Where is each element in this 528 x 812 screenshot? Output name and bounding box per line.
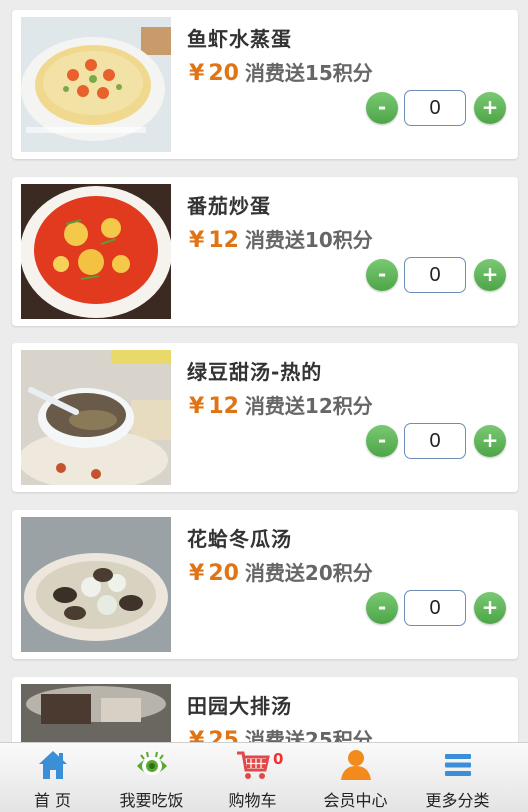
product-card[interactable]: 绿豆甜汤-热的 ¥12 消费送12积分 - 0 +: [12, 343, 518, 492]
product-name: 田园大排汤: [187, 694, 292, 718]
tab-label: 我要吃饭: [119, 791, 184, 810]
quantity-input[interactable]: 0: [404, 257, 466, 293]
increase-button[interactable]: +: [474, 425, 506, 457]
tab-order[interactable]: 我要吃饭: [99, 743, 204, 812]
currency-symbol: ¥: [189, 394, 205, 419]
currency-symbol: ¥: [189, 728, 205, 742]
product-price: ¥20 消费送15积分: [189, 57, 373, 86]
product-name: 鱼虾水蒸蛋: [187, 27, 292, 51]
cart-count-badge: 0: [273, 750, 284, 768]
points-text: 消费送12积分: [244, 394, 373, 418]
clam-soup-photo[interactable]: [21, 517, 171, 652]
points-text: 消费送25积分: [244, 728, 373, 742]
quantity-stepper: - 0 +: [366, 590, 511, 626]
product-list: 鱼虾水蒸蛋 ¥20 消费送15积分 - 0 + 番茄炒蛋 ¥ 12 消费送10积…: [0, 0, 528, 742]
tab-cart[interactable]: 0 购物车: [200, 743, 305, 812]
user-icon: [339, 748, 373, 782]
points-text: 消费送10积分: [244, 228, 373, 252]
decrease-button[interactable]: -: [366, 425, 398, 457]
quantity-stepper: - 0 +: [366, 90, 511, 126]
increase-button[interactable]: +: [474, 259, 506, 291]
decrease-button[interactable]: -: [366, 259, 398, 291]
tab-member[interactable]: 会员中心: [303, 743, 408, 812]
points-text: 消费送20积分: [244, 561, 373, 585]
pork-rib-soup-photo[interactable]: [21, 684, 171, 742]
mung-bean-soup-photo[interactable]: [21, 350, 171, 485]
product-card[interactable]: 花蛤冬瓜汤 ¥20 消费送20积分 - 0 +: [12, 510, 518, 659]
increase-button[interactable]: +: [474, 592, 506, 624]
product-price: ¥12 消费送12积分: [189, 390, 373, 419]
tab-label: 会员中心: [323, 791, 388, 810]
tab-more[interactable]: 更多分类: [405, 743, 510, 812]
tab-label: 首 页: [33, 791, 72, 810]
points-text: 消费送15积分: [244, 61, 373, 85]
product-name: 花蛤冬瓜汤: [187, 527, 292, 551]
decrease-button[interactable]: -: [366, 592, 398, 624]
price-value: 25: [208, 728, 239, 742]
currency-symbol: ¥: [189, 228, 205, 253]
product-card[interactable]: 鱼虾水蒸蛋 ¥20 消费送15积分 - 0 +: [12, 10, 518, 159]
quantity-input[interactable]: 0: [404, 423, 466, 459]
product-card[interactable]: 番茄炒蛋 ¥12 消费送10积分 - 0 +: [12, 177, 518, 326]
quantity-stepper: - 0 +: [366, 257, 511, 293]
quantity-input[interactable]: 0: [404, 90, 466, 126]
menu-icon: [441, 748, 475, 782]
steamed-egg-photo[interactable]: [21, 17, 171, 152]
tab-label: 购物车: [228, 791, 277, 810]
price-value: 12: [208, 228, 239, 253]
currency-symbol: ¥: [189, 61, 205, 86]
increase-button[interactable]: +: [474, 92, 506, 124]
eye-icon: [135, 748, 169, 782]
tab-label: 更多分类: [425, 791, 490, 810]
quantity-stepper: - 0 +: [366, 423, 511, 459]
tab-home[interactable]: 首 页: [0, 743, 105, 812]
price-value: 20: [208, 61, 239, 86]
cart-icon: [236, 748, 270, 782]
product-price: ¥12 消费送10积分: [189, 224, 373, 253]
price-value: 20: [208, 561, 239, 586]
product-price: ¥25 消费送25积分: [189, 724, 373, 742]
product-card[interactable]: 田园大排汤 ¥25 消费送25积分: [12, 677, 518, 742]
tomato-egg-photo[interactable]: [21, 184, 171, 319]
price-value: 12: [208, 394, 239, 419]
product-name: 番茄炒蛋: [187, 194, 271, 218]
quantity-input[interactable]: 0: [404, 590, 466, 626]
product-price: ¥20 消费送20积分: [189, 557, 373, 586]
bottom-tab-bar: 首 页 我要吃饭 0 购物车 会员中心 更多分类: [0, 742, 528, 812]
home-icon: [36, 748, 70, 782]
product-name: 绿豆甜汤-热的: [187, 360, 323, 384]
decrease-button[interactable]: -: [366, 92, 398, 124]
currency-symbol: ¥: [189, 561, 205, 586]
